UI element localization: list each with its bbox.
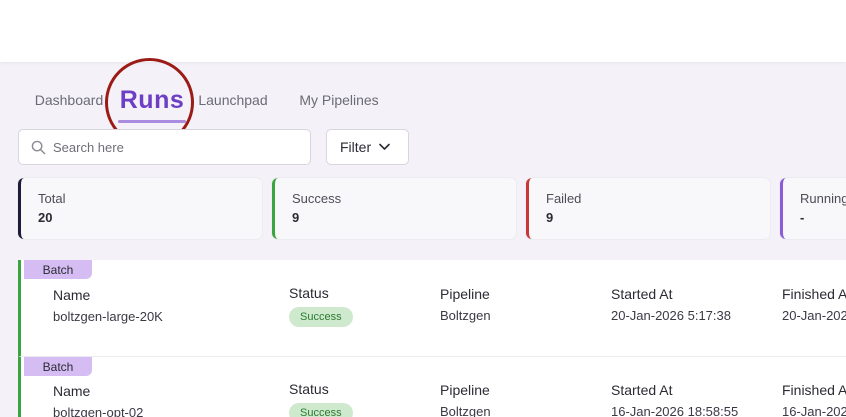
batch-tag: Batch [24, 357, 92, 376]
column-header-finished: Finished At [782, 286, 846, 302]
stat-label: Failed [546, 191, 582, 206]
run-name[interactable]: boltzgen-large-20K [53, 309, 163, 324]
search-icon [31, 140, 46, 154]
batch-tag: Batch [24, 260, 92, 279]
stat-label: Running [800, 191, 846, 206]
name-column: Name boltzgen-large-20K [53, 287, 163, 324]
finished-value: 20-Jan-2026 [782, 308, 846, 323]
run-name[interactable]: boltzgen-opt-02 [53, 405, 143, 417]
finished-column: Finished At 20-Jan-2026 [782, 286, 846, 323]
column-header-pipeline: Pipeline [440, 286, 490, 302]
started-value: 16-Jan-2026 18:58:55 [611, 404, 739, 417]
stat-card-running: Running - [780, 178, 846, 239]
chevron-down-icon [379, 143, 390, 150]
status-column: Status Success [289, 285, 353, 327]
filter-button[interactable]: Filter [326, 129, 409, 165]
stat-value: 9 [546, 210, 554, 225]
stat-value: - [800, 210, 805, 225]
stat-label: Success [292, 191, 342, 206]
pipeline-column: Pipeline Boltzgen [440, 382, 491, 417]
status-column: Status Success [289, 381, 353, 417]
stat-card-success: Success 9 [272, 178, 516, 239]
status-cell: Success [289, 307, 353, 327]
pipeline-value: Boltzgen [440, 404, 491, 417]
column-header-started: Started At [611, 286, 673, 302]
tab-launchpad[interactable]: Launchpad [196, 78, 270, 122]
stat-value: 9 [292, 210, 300, 225]
tab-dashboard[interactable]: Dashboard [32, 78, 106, 122]
top-bar [0, 0, 846, 62]
search-box[interactable] [18, 129, 311, 165]
column-header-pipeline: Pipeline [440, 382, 490, 398]
column-header-name: Name [53, 287, 91, 303]
run-row[interactable]: Batch Name boltzgen-large-20K Status Suc… [18, 260, 846, 356]
started-value: 20-Jan-2026 5:17:38 [611, 308, 731, 323]
stat-card-failed: Failed 9 [526, 178, 770, 239]
finished-value: 16-Jan-2026 [782, 404, 846, 417]
status-cell: Success [289, 403, 353, 417]
stat-value: 20 [38, 210, 53, 225]
run-row[interactable]: Batch Name boltzgen-opt-02 Status Succes… [18, 356, 846, 417]
column-header-status: Status [289, 381, 329, 397]
started-column: Started At 20-Jan-2026 5:17:38 [611, 286, 731, 323]
started-column: Started At 16-Jan-2026 18:58:55 [611, 382, 738, 417]
pipeline-value: Boltzgen [440, 308, 491, 323]
name-column: Name boltzgen-opt-02 [53, 383, 143, 417]
status-badge: Success [289, 403, 353, 417]
stat-label: Total [38, 191, 66, 206]
tab-my-pipelines[interactable]: My Pipelines [296, 78, 382, 122]
column-header-status: Status [289, 285, 329, 301]
search-input[interactable] [53, 139, 293, 155]
status-badge: Success [289, 307, 353, 327]
stat-card-total: Total 20 [18, 178, 262, 239]
tab-bar: Dashboard Runs Launchpad My Pipelines [0, 78, 846, 123]
column-header-name: Name [53, 383, 91, 399]
pipeline-column: Pipeline Boltzgen [440, 286, 491, 323]
finished-column: Finished At 16-Jan-2026 [782, 382, 846, 417]
column-header-finished: Finished At [782, 382, 846, 398]
filter-label: Filter [340, 139, 372, 155]
tab-runs[interactable]: Runs [114, 78, 190, 123]
column-header-started: Started At [611, 382, 673, 398]
